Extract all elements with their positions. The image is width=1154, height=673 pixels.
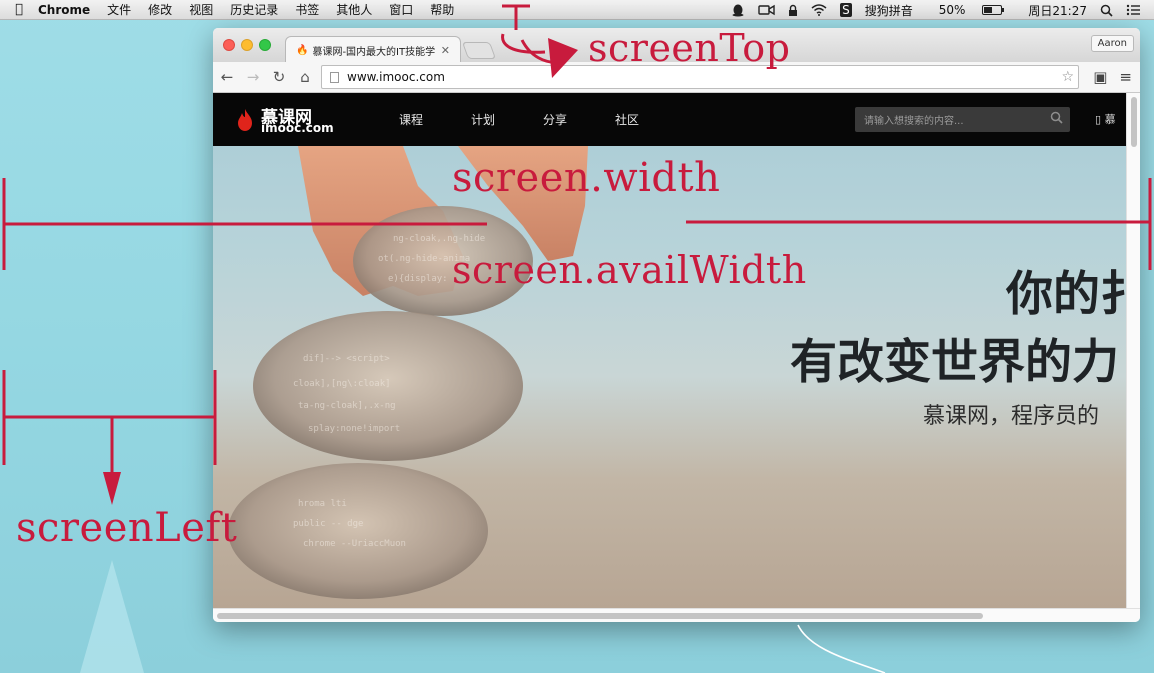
svg-text:dif]--> <script>: dif]--> <script> [303,354,390,364]
horizontal-scrollbar[interactable] [213,608,1140,622]
vertical-scrollbar[interactable] [1126,93,1140,608]
vertical-scroll-thumb[interactable] [1131,97,1137,147]
menu-app-name[interactable]: Chrome [38,3,90,17]
screen-left-arrowhead [103,472,121,505]
battery-icon [982,5,1005,15]
clock[interactable]: 周日21:27 [1028,2,1087,19]
page-icon [330,71,339,83]
menu-help[interactable]: 帮助 [430,1,454,18]
svg-text:public -- dge: public -- dge [293,519,363,529]
tab-close-icon[interactable]: ✕ [441,44,450,57]
nav-community[interactable]: 社区 [615,111,639,128]
battery-status[interactable]: 50% [939,3,1016,17]
nav-courses[interactable]: 课程 [399,111,423,128]
svg-text:ta-ng-cloak],.x-ng: ta-ng-cloak],.x-ng [298,401,396,411]
spotlight-search-icon[interactable] [1100,4,1113,17]
logo-domain: imooc.com [261,121,334,135]
label-screen-left: screenLeft [16,505,238,551]
tab-title: 慕课网-国内最大的IT技能学 [312,46,435,58]
search-icon[interactable] [1050,111,1063,127]
battery-percent: 50% [938,3,966,17]
menu-status-area: S 搜狗拼音 50% 周日21:27 [731,0,1154,20]
label-screen-top: screenTop [588,26,791,70]
chrome-menu-icon[interactable]: ≡ [1119,68,1132,86]
close-window-button[interactable] [223,39,235,51]
minimize-window-button[interactable] [241,39,253,51]
menu-window[interactable]: 窗口 [389,1,413,18]
horizontal-scroll-thumb[interactable] [217,613,983,619]
nav-share[interactable]: 分享 [543,111,567,128]
site-header: 慕课网 imooc.com 课程 计划 分享 社区 请输入想搜索的内容... ▯… [213,93,1126,146]
menu-view[interactable]: 视图 [189,1,213,18]
svg-text:chrome --UriaccMuon: chrome --UriaccMuon [303,539,406,549]
extension-icon[interactable]: ▣ [1093,68,1107,86]
browser-tab[interactable]: 🔥 慕课网-国内最大的IT技能学 ✕ [285,36,461,63]
phone-icon: ▯ [1095,113,1102,126]
wifi-icon[interactable] [811,4,827,16]
back-arrow-icon[interactable]: ← [215,68,239,86]
screen-left-marker [2,370,217,475]
address-url: www.imooc.com [347,70,445,84]
label-screen-avail-width: screen.availWidth [452,248,807,292]
menu-bar:  Chrome 文件 修改 视图 历史记录 书签 其他人 窗口 帮助 S 搜狗拼… [0,0,1154,20]
svg-text:e){display:: e){display: [388,274,448,284]
sogou-icon: S [840,3,852,17]
forward-arrow-icon[interactable]: → [241,68,265,86]
flame-logo-icon [238,109,252,131]
site-app-link[interactable]: ▯ 慕 [1095,111,1116,127]
svg-text:splay:none!import: splay:none!import [308,424,400,434]
new-tab-button[interactable] [461,42,497,59]
site-search-input[interactable]: 请输入想搜索的内容... [855,107,1070,132]
nav-plans[interactable]: 计划 [471,111,495,128]
svg-text:hroma lti: hroma lti [298,499,347,509]
site-nav: 课程 计划 分享 社区 [399,111,687,128]
input-method-label: 搜狗拼音 [864,3,913,18]
input-method[interactable]: S 搜狗拼音 [840,2,926,19]
tab-favicon-flame-icon: 🔥 [296,44,309,56]
hero-subline: 慕课网，程序员的 [923,404,1100,429]
zoom-window-button[interactable] [259,39,271,51]
label-screen-width: screen.width [452,155,721,201]
reload-icon[interactable]: ↻ [267,68,291,86]
cable-decoration [797,624,886,673]
qq-icon[interactable] [731,3,745,17]
menu-people[interactable]: 其他人 [336,1,372,18]
hero-headline-1: 你的扌 [1006,267,1126,322]
battery-fill [984,7,993,13]
svg-text:cloak],[ng\:cloak]: cloak],[ng\:cloak] [293,379,391,389]
menu-edit[interactable]: 修改 [148,1,172,18]
menu-file[interactable]: 文件 [107,1,131,18]
search-placeholder: 请输入想搜索的内容... [864,116,964,127]
menu-history[interactable]: 历史记录 [230,1,278,18]
svg-text:ng-cloak,.ng-hide: ng-cloak,.ng-hide [393,234,485,244]
site-app-label: 慕 [1104,113,1116,126]
chrome-window: 🔥 慕课网-国内最大的IT技能学 ✕ Aaron ← → ↻ ⌂ www.imo… [213,28,1140,622]
menu-bookmarks[interactable]: 书签 [295,1,319,18]
lock-icon[interactable] [788,4,798,17]
facetime-camera-icon[interactable] [758,4,775,16]
hero-headline-2: 有改变世界的力 [790,335,1119,390]
bookmark-star-icon[interactable]: ☆ [1061,69,1074,85]
light-cone-decoration [80,560,144,673]
notification-center-icon[interactable] [1126,4,1141,16]
home-icon[interactable]: ⌂ [293,68,317,86]
profile-button[interactable]: Aaron [1090,35,1134,52]
apple-menu-icon[interactable]:  [0,2,38,17]
